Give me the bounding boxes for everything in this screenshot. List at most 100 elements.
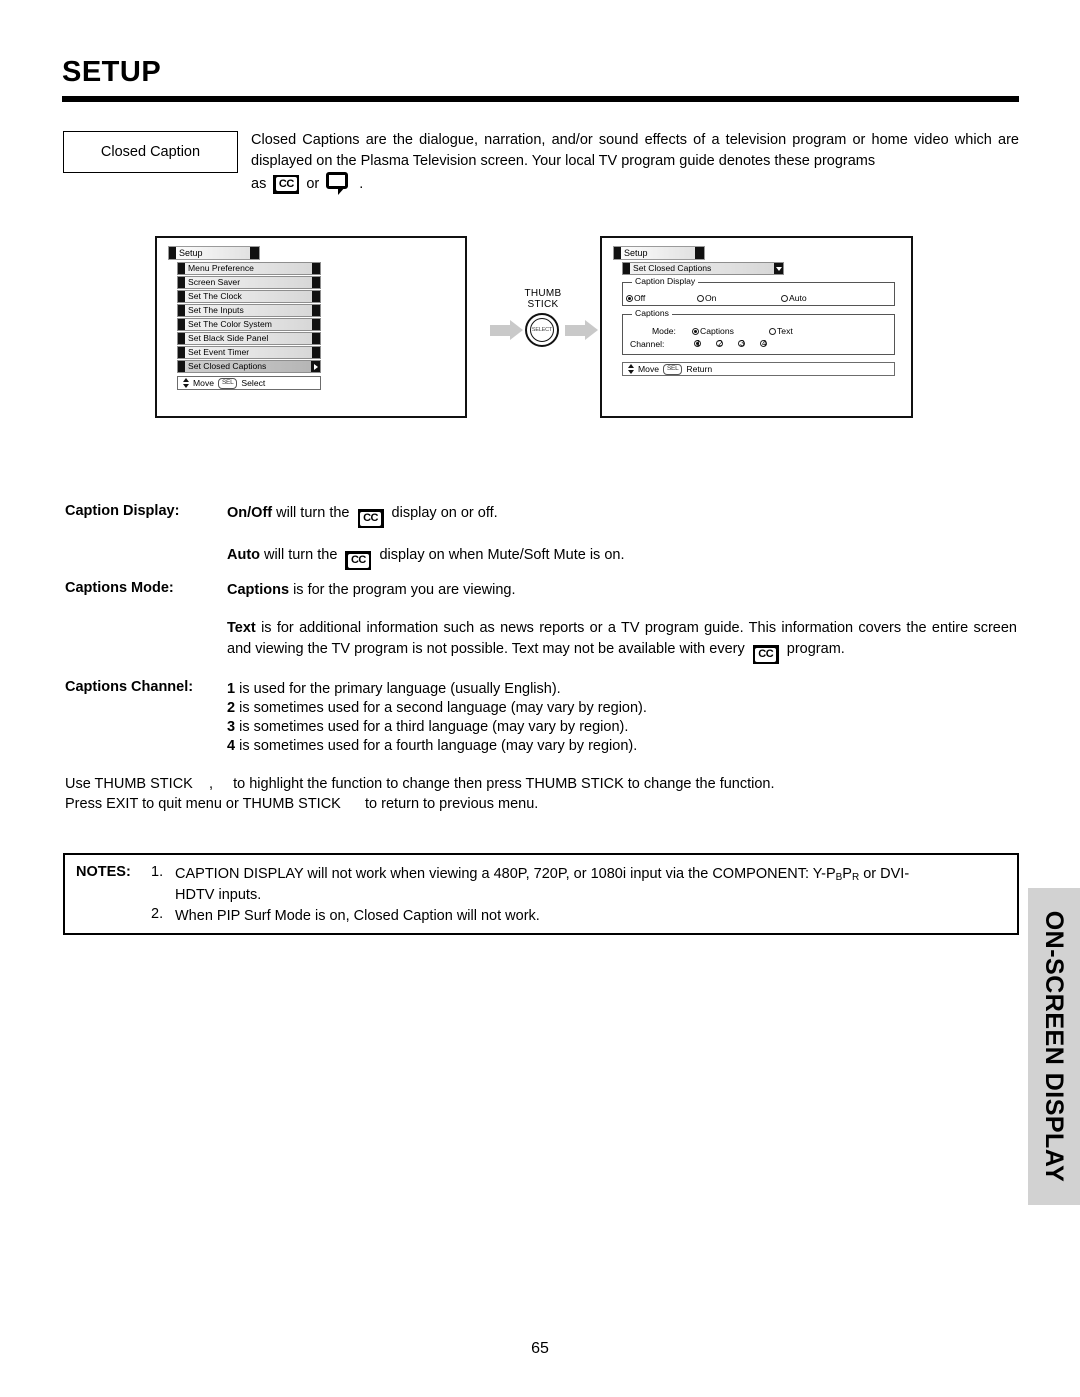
menu-item-label: Set The Color System [188, 319, 272, 330]
left-menu-footer: Move SEL Select [177, 376, 321, 390]
caption-display-group: Caption Display Off On Auto [622, 277, 895, 306]
right-menu-subtitle: Set Closed Captions [633, 263, 712, 274]
option-label: On [705, 293, 717, 303]
usage-line-2: Press EXIT to quit menu or THUMB STICK t… [65, 796, 539, 812]
menu-item-label: Set Event Timer [188, 347, 250, 358]
notes-label: NOTES: [76, 864, 131, 880]
captions-channel-section-label: Captions Channel: [65, 679, 194, 695]
captions-channel-option-1[interactable]: 1 [694, 338, 706, 349]
select-knob-label: SELECT [530, 318, 554, 342]
menu-item-set-black-side-panel[interactable]: Set Black Side Panel [177, 332, 321, 345]
captions-channel-line-3: 3 is sometimes used for a third language… [227, 717, 628, 738]
footer-action-label: Select [241, 377, 266, 388]
note-1-text: CAPTION DISPLAY will not work when viewi… [175, 864, 1015, 888]
captions-channel-label: Channel: [630, 339, 665, 349]
left-menu-title-bar: Setup [168, 246, 260, 260]
option-label: 1 [696, 338, 701, 348]
option-label: Text [777, 326, 793, 336]
usage-line-1: Use THUMB STICK , to highlight the funct… [65, 776, 775, 792]
right-menu-title: Setup [624, 247, 648, 258]
note-1-number: 1. [151, 864, 164, 880]
option-label: 4 [762, 338, 767, 348]
right-menu-subtitle-bar[interactable]: Set Closed Captions [622, 262, 784, 275]
option-label: 3 [740, 338, 745, 348]
option-label: 2 [718, 338, 723, 348]
captions-group-title: Captions [632, 309, 672, 318]
note-text-main: CAPTION DISPLAY will not work when viewi… [175, 866, 836, 882]
tv-screen-right: Setup Set Closed Captions Caption Displa… [600, 236, 913, 418]
radio-icon [692, 328, 699, 335]
menu-item-label: Set The Clock [188, 291, 242, 302]
line-text: is sometimes used for a fourth language … [239, 738, 638, 754]
thumb-stick-label: THUMB STICK [508, 288, 578, 310]
line-text: display on when Mute/Soft Mute is on. [379, 547, 625, 563]
menu-item-set-the-color-system[interactable]: Set The Color System [177, 318, 321, 331]
menu-item-screen-saver[interactable]: Screen Saver [177, 276, 321, 289]
note-text-p: P [842, 866, 852, 882]
menu-item-label: Menu Preference [188, 263, 254, 274]
menu-item-set-the-clock[interactable]: Set The Clock [177, 290, 321, 303]
captions-channel-line-1: 1 is used for the primary language (usua… [227, 679, 561, 700]
menu-item-set-closed-captions[interactable]: Set Closed Captions [177, 360, 321, 373]
caption-display-line-2: Auto will turn the CC display on when Mu… [227, 545, 1017, 570]
caption-display-option-auto[interactable]: Auto [781, 294, 807, 303]
note-text-tail: or DVI- [859, 866, 910, 882]
channel-number: 3 [227, 719, 236, 735]
channel-number: 4 [227, 738, 236, 754]
thumb-stick-label-line1: THUMB [524, 288, 562, 299]
captions-mode-line-1: Captions is for the program you are view… [227, 580, 1017, 601]
menu-item-label: Set Closed Captions [188, 361, 267, 372]
caption-display-section-label: Caption Display: [65, 503, 180, 519]
menu-item-menu-preference[interactable]: Menu Preference [177, 262, 321, 275]
auto-keyword: Auto [227, 547, 261, 563]
sel-key-icon: SEL [663, 363, 683, 375]
line-text: is sometimes used for a second language … [239, 700, 647, 716]
captions-channel-line-4: 4 is sometimes used for a fourth languag… [227, 736, 637, 757]
line-text: is for additional information such as ne… [227, 620, 1017, 657]
line-text: is used for the primary language (usuall… [239, 681, 561, 697]
note-1-text-line2: HDTV inputs. [175, 887, 262, 903]
radio-icon [697, 295, 704, 302]
captions-group: Captions Mode: Captions Text Channel: 1 … [622, 309, 895, 355]
captions-channel-option-3[interactable]: 3 [738, 338, 750, 349]
thumb-stick-label-line2: STICK [527, 299, 559, 310]
captions-channel-line-2: 2 is sometimes used for a second languag… [227, 698, 647, 719]
captions-mode-section-label: Captions Mode: [65, 580, 174, 596]
captions-mode-option-captions[interactable]: Captions [692, 327, 734, 336]
caption-display-group-title: Caption Display [632, 277, 699, 286]
up-down-arrows-icon [628, 364, 634, 374]
page-number: 65 [531, 1340, 549, 1357]
line-text: is for the program you are viewing. [293, 582, 516, 598]
channel-number: 2 [227, 700, 236, 716]
note-2-text: When PIP Surf Mode is on, Closed Caption… [175, 908, 540, 924]
captions-mode-option-text[interactable]: Text [769, 327, 793, 336]
note-2-number: 2. [151, 906, 164, 922]
radio-icon [769, 328, 776, 335]
right-menu-title-bar: Setup [613, 246, 705, 260]
chevron-right-icon [311, 361, 320, 372]
cc-icon: CC [345, 551, 372, 570]
captions-mode-text-paragraph: Text is for additional information such … [227, 618, 1017, 664]
menu-item-set-event-timer[interactable]: Set Event Timer [177, 346, 321, 359]
captions-channel-option-2[interactable]: 2 [716, 338, 728, 349]
footer-action-label: Return [686, 363, 713, 374]
captions-channel-option-4[interactable]: 4 [760, 338, 772, 349]
caption-display-option-off[interactable]: Off [626, 294, 645, 303]
text-keyword: Text [227, 620, 256, 636]
option-label: Captions [700, 326, 734, 336]
sel-key-icon: SEL [218, 377, 238, 389]
select-knob-icon[interactable]: SELECT [525, 313, 559, 347]
option-label: Off [634, 293, 646, 303]
menu-item-set-the-inputs[interactable]: Set The Inputs [177, 304, 321, 317]
footer-move-label: Move [638, 363, 660, 374]
line-text: display on or off. [391, 505, 498, 521]
caption-display-line-1: On/Off will turn the CC display on or of… [227, 503, 1017, 528]
cc-icon: CC [752, 645, 779, 664]
line-text: will turn the [276, 505, 350, 521]
line-text: program. [786, 641, 845, 657]
caption-display-option-on[interactable]: On [697, 294, 716, 303]
menu-item-label: Set Black Side Panel [188, 333, 269, 344]
line-text: will turn the [264, 547, 338, 563]
radio-icon [781, 295, 788, 302]
on-off-keyword: On/Off [227, 505, 273, 521]
